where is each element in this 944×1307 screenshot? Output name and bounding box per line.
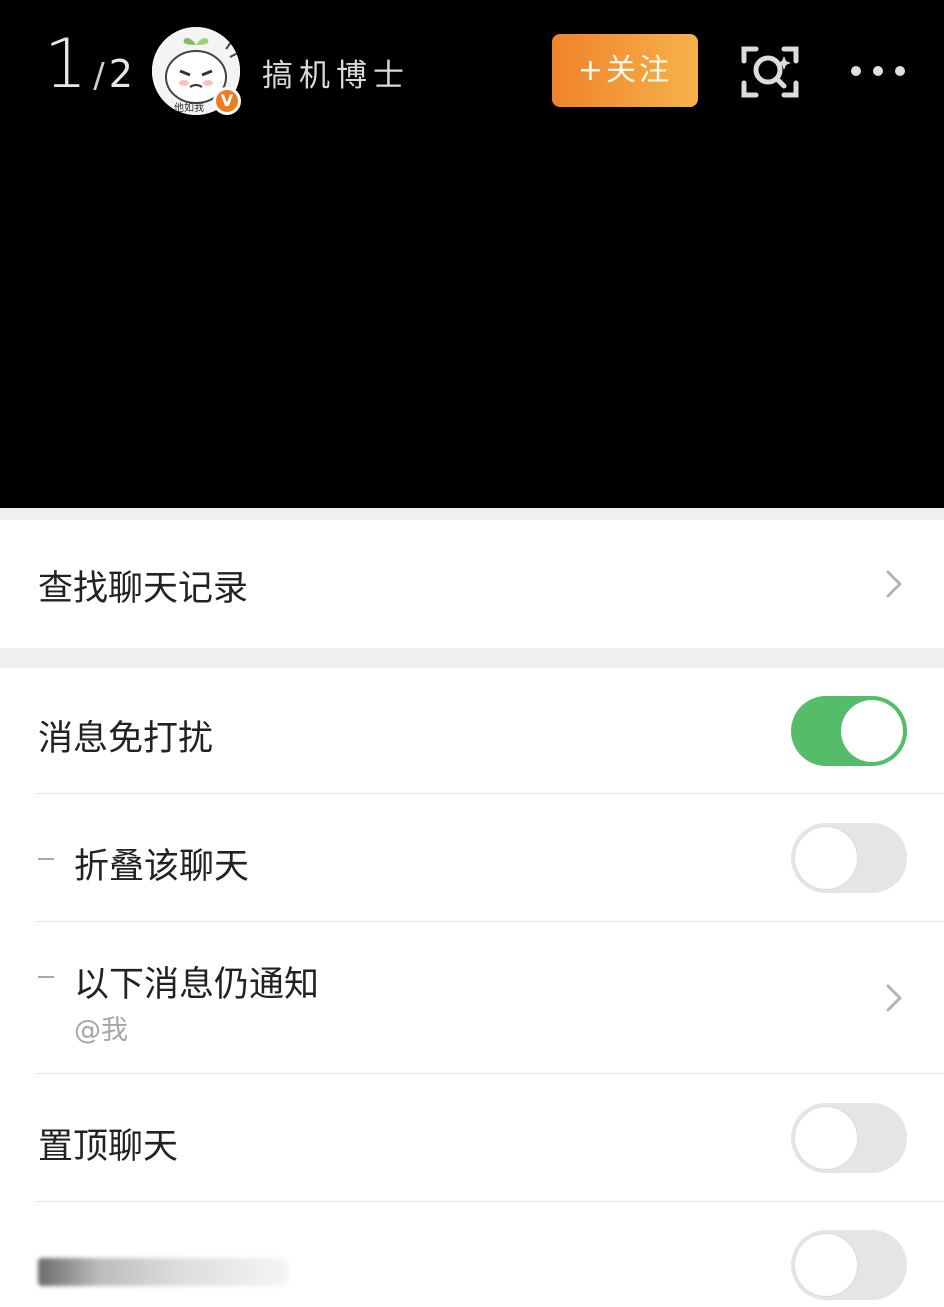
pin-row: 置顶聊天	[0, 1074, 944, 1202]
search-history-row[interactable]: 查找聊天记录	[0, 520, 944, 648]
scan-search-icon[interactable]	[740, 43, 800, 101]
toggle-knob	[795, 827, 857, 889]
counter-total: 2	[108, 52, 133, 96]
more-dots-icon[interactable]	[848, 62, 908, 80]
still-notify-row[interactable]: 以下消息仍通知 @我	[0, 922, 944, 1074]
follow-button[interactable]: +关注	[552, 34, 698, 107]
mute-row: 消息免打扰	[0, 668, 944, 794]
pin-toggle[interactable]	[791, 1103, 907, 1173]
fold-row: 折叠该聊天	[0, 794, 944, 922]
chevron-right-icon	[886, 984, 902, 1012]
hidden-row-toggle[interactable]	[791, 1230, 907, 1300]
fold-label: 折叠该聊天	[74, 847, 250, 887]
toggle-knob	[795, 1107, 857, 1169]
username[interactable]: 搞机博士	[262, 50, 410, 95]
pin-label: 置顶聊天	[38, 1127, 179, 1167]
section-spacer	[0, 648, 944, 668]
image-counter: 1/2	[44, 26, 133, 115]
still-notify-label: 以下消息仍通知	[74, 965, 320, 1005]
mute-label: 消息免打扰	[38, 719, 214, 759]
still-notify-sublabel: @我	[74, 1015, 128, 1046]
counter-separator: /	[93, 56, 105, 96]
counter-current: 1	[44, 25, 88, 104]
hidden-row	[0, 1202, 944, 1307]
media-viewer	[0, 0, 944, 508]
chevron-right-icon	[886, 570, 902, 598]
toggle-knob	[841, 700, 903, 762]
sub-option-dash	[38, 858, 54, 860]
toggle-knob	[795, 1234, 857, 1296]
section-spacer	[0, 508, 944, 520]
avatar-caption: 他如我	[174, 103, 204, 114]
sub-option-dash	[38, 976, 54, 978]
mute-toggle[interactable]	[791, 696, 907, 766]
blurred-label	[38, 1258, 288, 1286]
search-history-label: 查找聊天记录	[38, 569, 249, 609]
verified-badge-icon: V	[213, 87, 241, 115]
fold-toggle[interactable]	[791, 823, 907, 893]
